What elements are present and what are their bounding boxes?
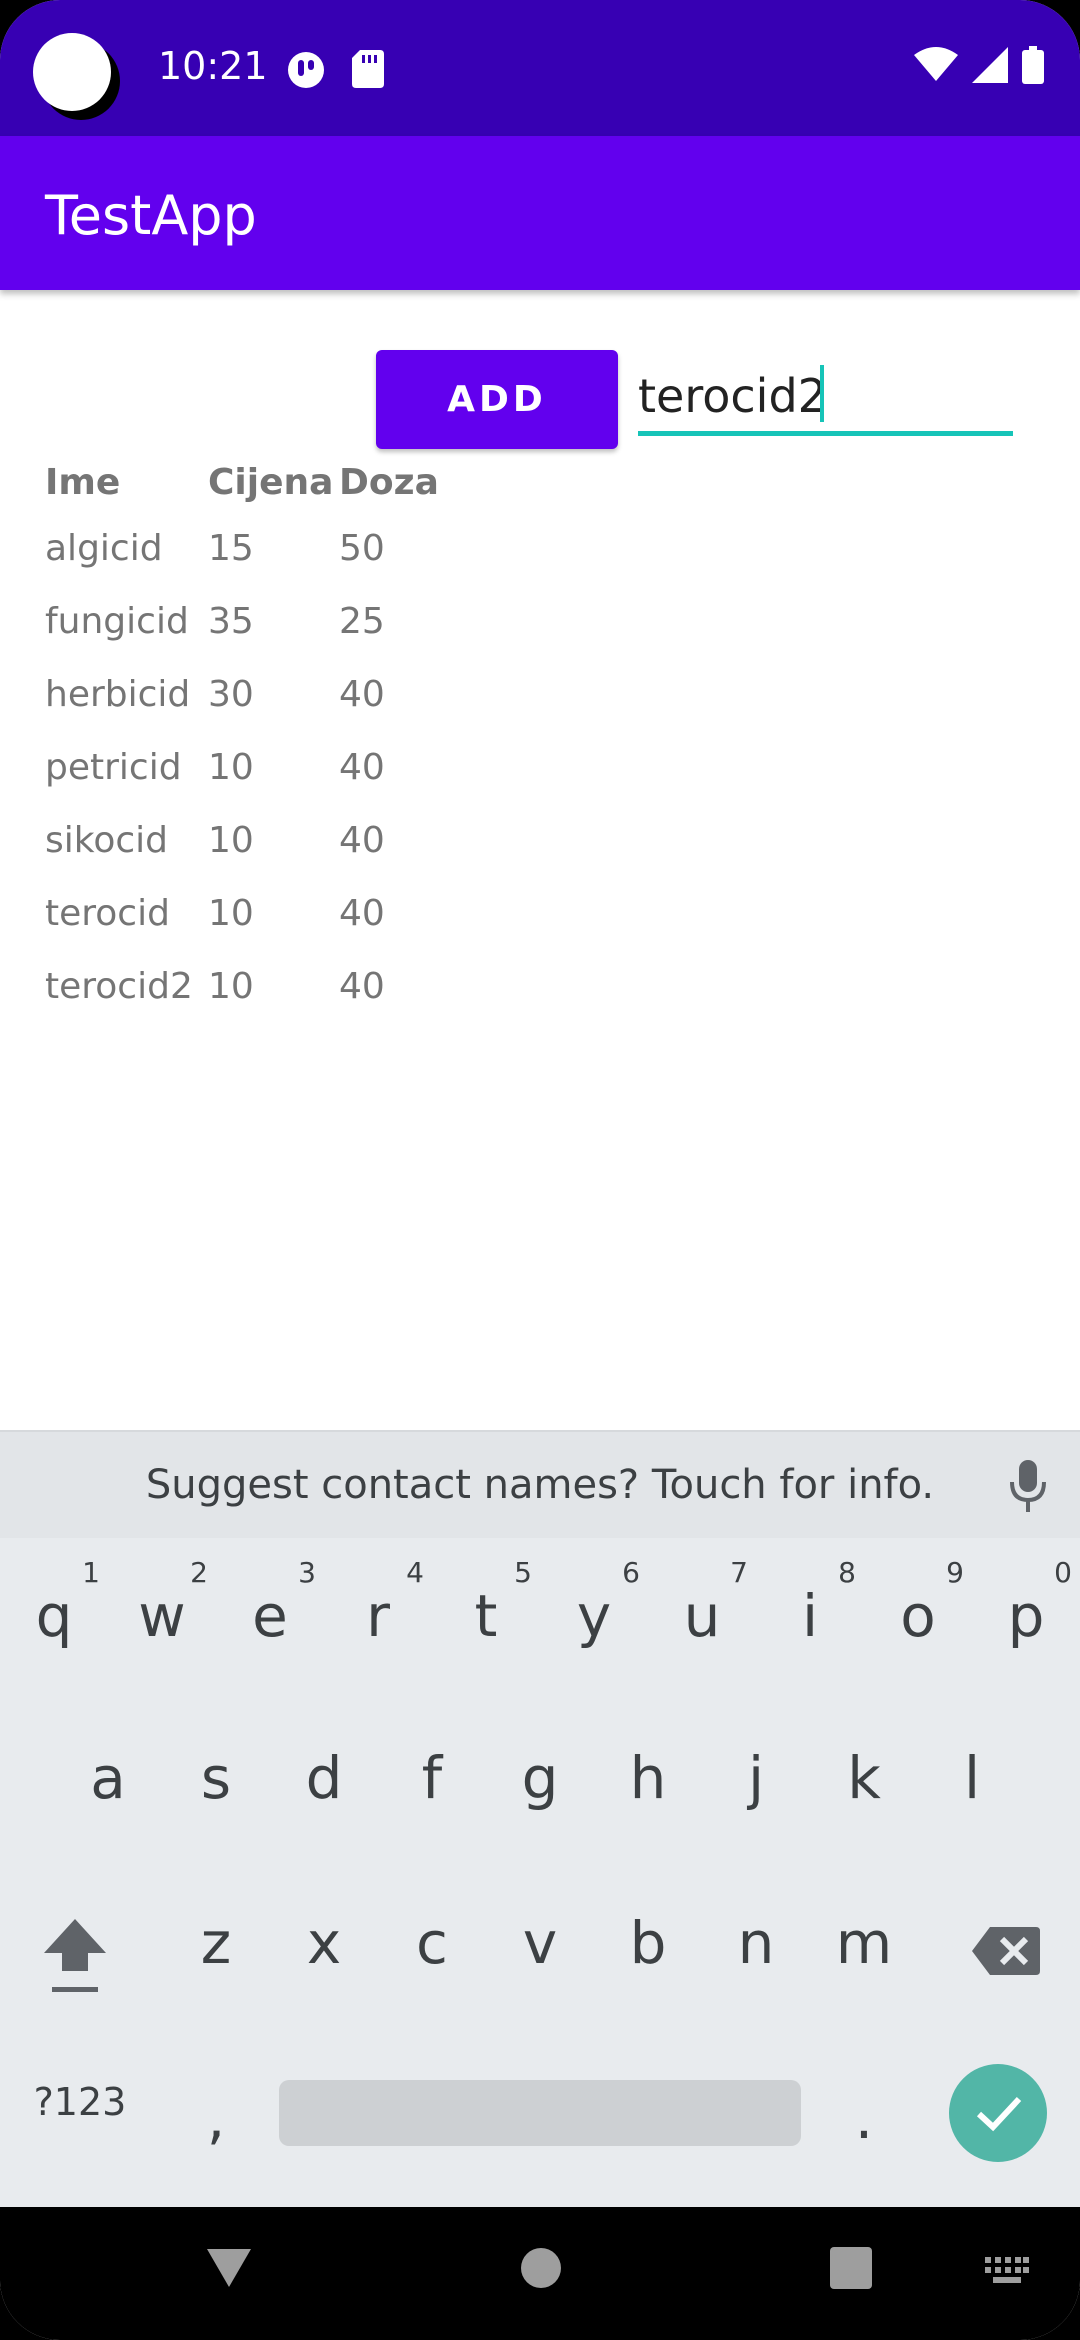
table-row: algicid 15 50: [45, 512, 439, 585]
key-k[interactable]: k: [810, 1700, 918, 1860]
suggestion-text[interactable]: Suggest contact names? Touch for info.: [0, 1462, 1080, 1508]
camera-cutout: [33, 33, 111, 111]
cell-ime: terocid: [45, 893, 170, 934]
cell-cijena: 35: [208, 601, 254, 642]
recents-icon[interactable]: [830, 2247, 872, 2294]
cell-doza: 40: [339, 674, 385, 715]
key-l[interactable]: l: [918, 1700, 1026, 1860]
cell-doza: 40: [339, 966, 385, 1007]
key-v[interactable]: v: [486, 1865, 594, 2025]
cell-doza: 40: [339, 747, 385, 788]
key-d[interactable]: d: [270, 1700, 378, 1860]
key-g[interactable]: g: [486, 1700, 594, 1860]
header-cijena: Cijena: [208, 461, 334, 503]
cell-cijena: 10: [208, 966, 254, 1007]
app-bar: TestApp: [0, 136, 1080, 290]
header-doza: Doza: [339, 461, 439, 503]
enter-key[interactable]: [949, 2064, 1047, 2162]
add-button[interactable]: ADD: [376, 350, 618, 449]
table-row: fungicid 35 25: [45, 585, 439, 658]
battery-icon: [1022, 46, 1044, 89]
home-icon[interactable]: [520, 2247, 562, 2294]
key-r[interactable]: 4r: [324, 1538, 432, 1698]
table-row: herbicid 30 40: [45, 658, 439, 731]
checkmark-icon: [975, 2094, 1023, 2137]
cell-ime: petricid: [45, 747, 182, 788]
key-z[interactable]: z: [162, 1865, 270, 2025]
shift-icon: [40, 1915, 110, 2009]
data-table: Ime Cijena Doza algicid 15 50 fungicid 3…: [45, 452, 439, 1023]
key-t[interactable]: 5t: [432, 1538, 540, 1698]
cell-doza: 40: [339, 893, 385, 934]
back-icon[interactable]: [205, 2247, 253, 2294]
table-header-row: Ime Cijena Doza: [45, 452, 439, 512]
cell-ime: terocid2: [45, 966, 193, 1007]
key-f[interactable]: f: [378, 1700, 486, 1860]
key-comma[interactable]: ,: [162, 2030, 270, 2190]
cell-doza: 40: [339, 820, 385, 861]
keyboard-switch-icon[interactable]: [985, 2257, 1029, 2290]
table-row: petricid 10 40: [45, 731, 439, 804]
backspace-key[interactable]: [950, 1865, 1060, 2025]
key-q[interactable]: 1q: [0, 1538, 108, 1698]
screen: 10:21 TestApp ADD Ime C: [0, 0, 1080, 2340]
text-cursor: [820, 365, 824, 422]
app-title: TestApp: [45, 184, 257, 247]
sd-card-icon: [352, 50, 384, 93]
suggestion-strip[interactable]: Suggest contact names? Touch for info.: [0, 1430, 1080, 1538]
wifi-icon: [914, 47, 958, 88]
shift-key[interactable]: [20, 1865, 130, 2025]
cell-cijena: 15: [208, 528, 254, 569]
key-s[interactable]: s: [162, 1700, 270, 1860]
key-c[interactable]: c: [378, 1865, 486, 2025]
cell-ime: herbicid: [45, 674, 191, 715]
key-period[interactable]: .: [810, 2030, 918, 2190]
cell-cijena: 10: [208, 820, 254, 861]
header-ime: Ime: [45, 461, 121, 503]
status-icons: [914, 46, 1044, 89]
table-row: sikocid 10 40: [45, 804, 439, 877]
key-p[interactable]: 0p: [972, 1538, 1080, 1698]
soft-keyboard: Suggest contact names? Touch for info. 1…: [0, 1430, 1080, 2207]
key-h[interactable]: h: [594, 1700, 702, 1860]
key-b[interactable]: b: [594, 1865, 702, 2025]
cell-cijena: 10: [208, 893, 254, 934]
cell-cijena: 30: [208, 674, 254, 715]
key-y[interactable]: 6y: [540, 1538, 648, 1698]
key-m[interactable]: m: [810, 1865, 918, 2025]
navigation-bar: [0, 2207, 1080, 2340]
cell-ime: sikocid: [45, 820, 168, 861]
backspace-icon: [972, 1921, 1040, 1989]
cell-ime: algicid: [45, 528, 163, 569]
symbols-key[interactable]: ?123: [20, 2030, 140, 2190]
cell-doza: 50: [339, 528, 385, 569]
key-e[interactable]: 3e: [216, 1538, 324, 1698]
key-i[interactable]: 8i: [756, 1538, 864, 1698]
table-row: terocid2 10 40: [45, 950, 439, 1023]
status-bar: 10:21: [0, 0, 1080, 136]
cell-doza: 25: [339, 601, 385, 642]
key-o[interactable]: 9o: [864, 1538, 972, 1698]
name-input[interactable]: [638, 360, 1013, 436]
status-time: 10:21: [158, 44, 268, 88]
key-n[interactable]: n: [702, 1865, 810, 2025]
space-bar[interactable]: [279, 2080, 801, 2146]
notification-icon: [286, 50, 326, 95]
microphone-icon[interactable]: [1008, 1458, 1048, 1519]
key-j[interactable]: j: [702, 1700, 810, 1860]
key-a[interactable]: a: [54, 1700, 162, 1860]
key-w[interactable]: 2w: [108, 1538, 216, 1698]
cell-ime: fungicid: [45, 601, 189, 642]
key-x[interactable]: x: [270, 1865, 378, 2025]
signal-icon: [972, 47, 1008, 88]
table-row: terocid 10 40: [45, 877, 439, 950]
key-u[interactable]: 7u: [648, 1538, 756, 1698]
cell-cijena: 10: [208, 747, 254, 788]
